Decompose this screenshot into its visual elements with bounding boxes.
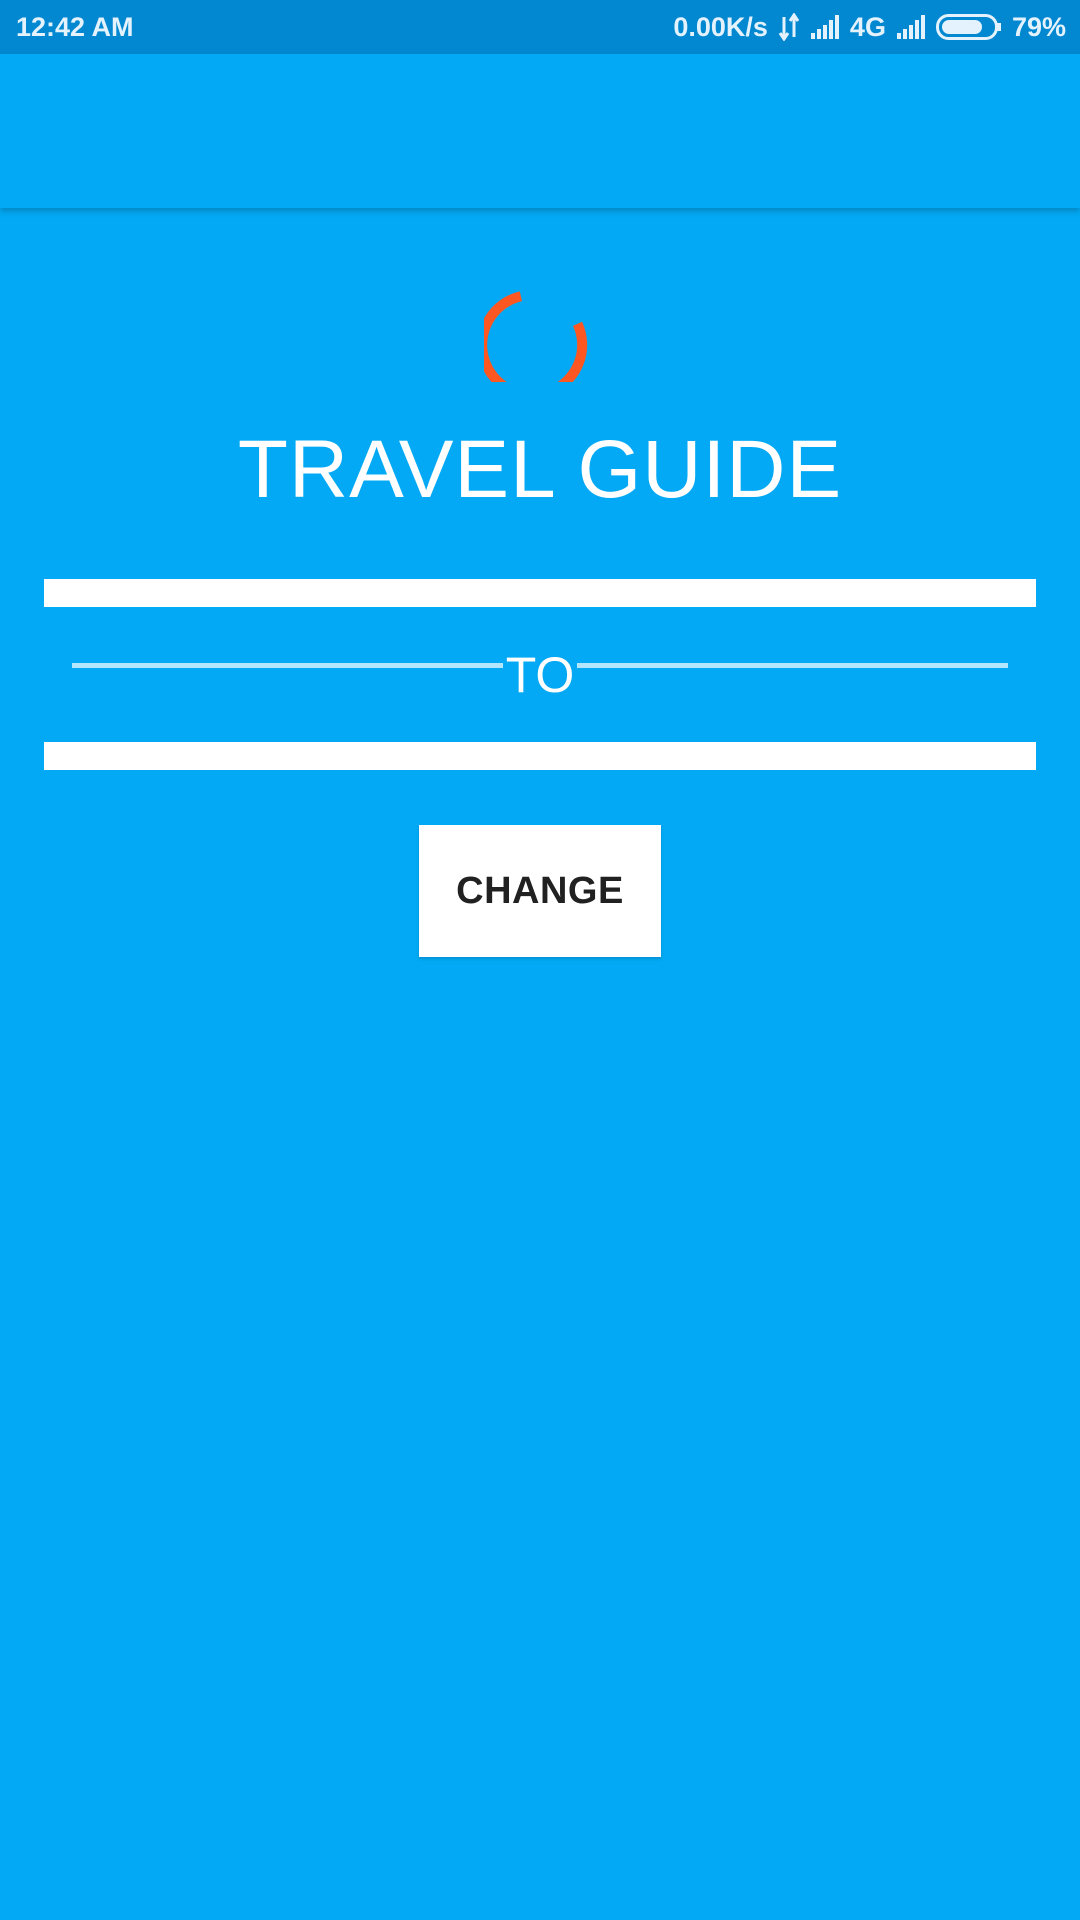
status-indicators: 0.00K/s 4G 79% (673, 10, 1066, 44)
to-location-input[interactable] (44, 742, 1036, 770)
network-speed: 0.00K/s (673, 12, 768, 42)
signal-icon (810, 15, 840, 39)
battery-percent: 79% (1011, 12, 1066, 42)
battery-icon (935, 14, 1002, 40)
network-type: 4G (849, 12, 886, 42)
loading-spinner-icon (477, 270, 596, 400)
page-title: TRAVEL GUIDE (237, 424, 843, 515)
from-location-input[interactable] (44, 579, 1036, 607)
data-transfer-icon (778, 13, 800, 41)
change-button[interactable]: CHANGE (419, 825, 661, 957)
signal-icon-2 (896, 15, 926, 39)
to-separator-label: TO (505, 647, 575, 703)
divider-right (577, 663, 1008, 668)
status-bar: 12:42 AM 0.00K/s 4G 79% (0, 0, 1080, 54)
app-screen: 12:42 AM 0.00K/s 4G 79% TRAVEL GUIDE TO … (0, 0, 1080, 1920)
status-time: 12:42 AM (16, 12, 134, 42)
app-bar (0, 54, 1080, 208)
divider-left (72, 663, 503, 668)
battery-fill (941, 20, 982, 34)
